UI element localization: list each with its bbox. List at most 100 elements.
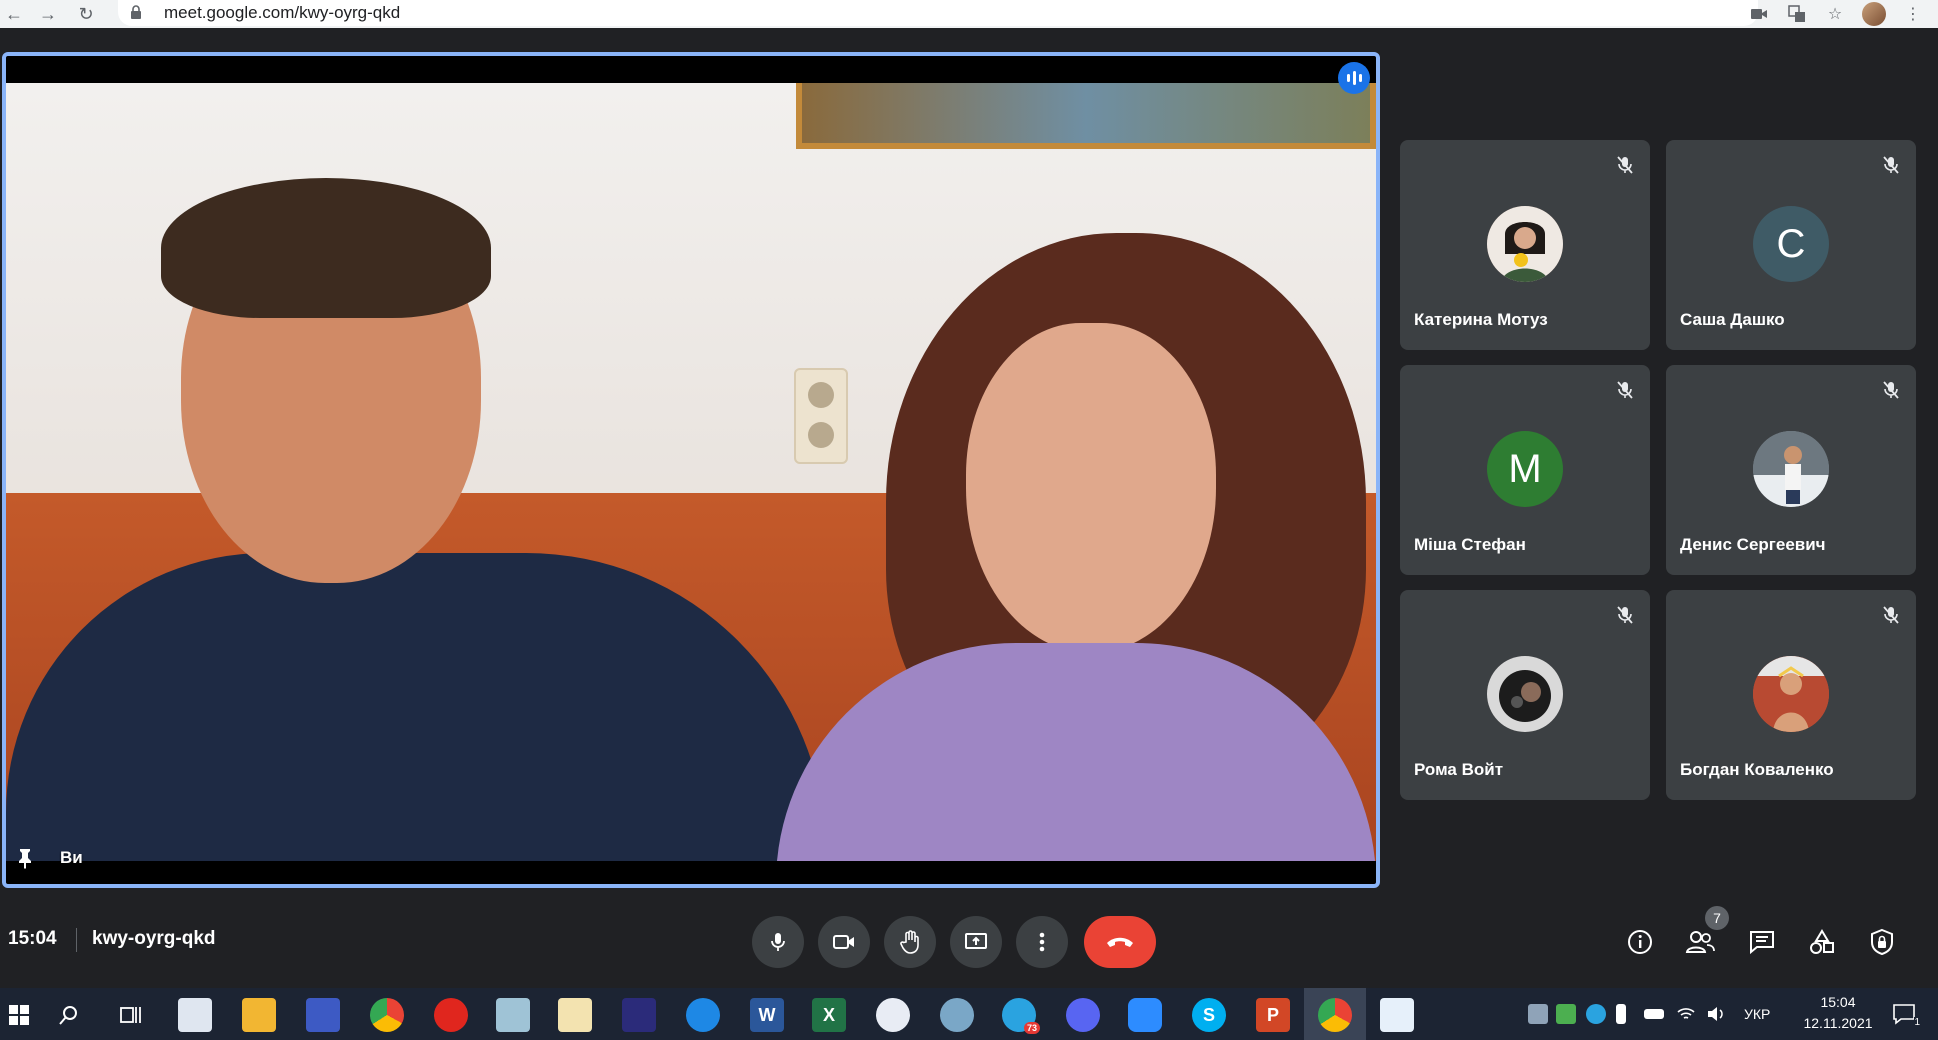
draw-app-icon[interactable] bbox=[558, 998, 592, 1032]
activities-icon bbox=[1810, 929, 1834, 954]
pin-icon[interactable] bbox=[14, 846, 38, 870]
chat-button[interactable] bbox=[1742, 922, 1782, 962]
participant-avatar: C bbox=[1753, 206, 1829, 282]
mic-off-icon bbox=[1614, 154, 1636, 176]
network-app-icon[interactable] bbox=[940, 998, 974, 1032]
discord-icon[interactable] bbox=[1066, 998, 1100, 1032]
chrome-icon[interactable] bbox=[370, 998, 404, 1032]
zoom-icon[interactable] bbox=[1128, 998, 1162, 1032]
participant-name: Рома Войт bbox=[1414, 760, 1504, 779]
media-app-icon[interactable] bbox=[622, 998, 656, 1032]
lock-icon bbox=[130, 4, 150, 22]
meeting-details-button[interactable] bbox=[1620, 922, 1660, 962]
participant-name: Богдан Коваленко bbox=[1680, 760, 1834, 779]
participant-tile[interactable]: Катерина Мотуз bbox=[1400, 140, 1650, 350]
main-video-tile[interactable]: Ви bbox=[2, 52, 1380, 888]
divider bbox=[76, 928, 77, 952]
back-icon[interactable]: ← bbox=[0, 0, 28, 28]
avatar-initial: C bbox=[1776, 221, 1806, 266]
browser-app-icon[interactable] bbox=[686, 998, 720, 1032]
hand-icon bbox=[900, 930, 919, 954]
participant-tile[interactable]: M Міша Стефан bbox=[1400, 365, 1650, 575]
file-explorer-icon[interactable] bbox=[242, 998, 276, 1032]
word-icon[interactable]: W bbox=[750, 998, 784, 1032]
microphone-button[interactable] bbox=[752, 916, 804, 968]
participant-tile[interactable]: Денис Сергеевич bbox=[1666, 365, 1916, 575]
speaking-indicator-icon bbox=[1338, 62, 1370, 94]
address-bar[interactable]: meet.google.com/kwy-oyrg-qkd bbox=[118, 0, 1758, 26]
hangup-icon bbox=[1107, 937, 1133, 947]
meeting-code: kwy-oyrg-qkd bbox=[92, 928, 216, 949]
keyboard-language[interactable]: УКР bbox=[1744, 1006, 1770, 1022]
participant-tile[interactable]: Рома Войт bbox=[1400, 590, 1650, 800]
mic-off-icon bbox=[1880, 379, 1902, 401]
people-icon bbox=[1685, 931, 1715, 953]
participant-tile[interactable]: Богдан Коваленко bbox=[1666, 590, 1916, 800]
forward-icon[interactable]: → bbox=[34, 0, 62, 28]
self-video bbox=[6, 83, 1376, 861]
tray-telegram-icon[interactable] bbox=[1586, 1004, 1606, 1024]
save-app-icon[interactable] bbox=[306, 998, 340, 1032]
tray-wifi-icon[interactable] bbox=[1676, 1004, 1696, 1024]
skype-icon[interactable]: S bbox=[1192, 998, 1226, 1032]
windows-taskbar: W X 73 S P УКР 15:04 12.11.2021 1 bbox=[0, 988, 1938, 1040]
reload-icon[interactable]: ↻ bbox=[72, 0, 100, 28]
app-icon[interactable] bbox=[496, 998, 530, 1032]
participant-avatar bbox=[1753, 656, 1829, 732]
tray-microphone-icon[interactable] bbox=[1616, 1004, 1626, 1024]
participant-avatar bbox=[1753, 431, 1829, 507]
leave-call-button[interactable] bbox=[1084, 916, 1156, 968]
meeting-controls-bar: 15:04 kwy-oyrg-qkd 7 bbox=[0, 900, 1938, 988]
mic-off-icon bbox=[1880, 604, 1902, 626]
people-count-badge: 7 bbox=[1705, 906, 1729, 930]
tray-network-icon[interactable] bbox=[1528, 1004, 1548, 1024]
tray-battery-icon[interactable] bbox=[1644, 1009, 1664, 1019]
camera-button[interactable] bbox=[818, 916, 870, 968]
url-text: meet.google.com/kwy-oyrg-qkd bbox=[164, 3, 401, 22]
powerpoint-icon[interactable]: P bbox=[1256, 998, 1290, 1032]
whiteboard-app-icon[interactable] bbox=[1380, 998, 1414, 1032]
more-options-button[interactable] bbox=[1016, 916, 1068, 968]
participant-name: Денис Сергеевич bbox=[1680, 535, 1826, 554]
telegram-icon[interactable]: 73 bbox=[1002, 998, 1040, 1034]
taskbar-date[interactable]: 12.11.2021 bbox=[1790, 1015, 1886, 1031]
raise-hand-button[interactable] bbox=[884, 916, 936, 968]
telegram-badge: 73 bbox=[1023, 1022, 1040, 1034]
notification-center-icon[interactable]: 1 bbox=[1892, 1002, 1920, 1028]
shield-lock-icon bbox=[1871, 928, 1893, 956]
task-view-icon[interactable] bbox=[114, 998, 148, 1032]
host-controls-button[interactable] bbox=[1862, 922, 1902, 962]
translate-icon[interactable] bbox=[1786, 3, 1808, 25]
excel-icon[interactable]: X bbox=[812, 998, 846, 1032]
opera-icon[interactable] bbox=[434, 998, 468, 1032]
browser-toolbar: ← → ↻ meet.google.com/kwy-oyrg-qkd ☆ ⋮ bbox=[0, 0, 1938, 28]
tray-volume-icon[interactable] bbox=[1706, 1004, 1726, 1024]
activities-button[interactable] bbox=[1802, 922, 1842, 962]
participant-name: Саша Дашко bbox=[1680, 310, 1785, 329]
tray-app-icon[interactable] bbox=[1556, 1004, 1576, 1024]
participant-name: Міша Стефан bbox=[1414, 535, 1526, 554]
notepad-icon[interactable] bbox=[178, 998, 212, 1032]
profile-avatar[interactable] bbox=[1862, 2, 1886, 26]
meeting-clock: 15:04 bbox=[8, 928, 57, 949]
search-icon[interactable] bbox=[52, 998, 86, 1032]
bookmark-star-icon[interactable]: ☆ bbox=[1824, 3, 1846, 25]
wall-picture bbox=[796, 83, 1376, 149]
more-vertical-icon bbox=[1039, 932, 1045, 952]
notification-count: 1 bbox=[1914, 1017, 1920, 1028]
participant-avatar bbox=[1487, 206, 1563, 282]
mic-off-icon bbox=[1614, 379, 1636, 401]
mic-off-icon bbox=[1614, 604, 1636, 626]
camera-indicator-icon[interactable] bbox=[1748, 3, 1770, 25]
info-icon bbox=[1628, 930, 1652, 954]
windows-start-icon[interactable] bbox=[2, 998, 36, 1032]
mic-off-icon bbox=[1880, 154, 1902, 176]
avatar-initial: M bbox=[1508, 446, 1542, 491]
participant-tile[interactable]: C Саша Дашко bbox=[1666, 140, 1916, 350]
chrome-active-icon[interactable] bbox=[1318, 998, 1352, 1032]
browser-menu-icon[interactable]: ⋮ bbox=[1902, 3, 1924, 25]
present-screen-icon bbox=[965, 933, 987, 949]
settings-app-icon[interactable] bbox=[876, 998, 910, 1032]
taskbar-time[interactable]: 15:04 bbox=[1808, 994, 1868, 1010]
present-screen-button[interactable] bbox=[950, 916, 1002, 968]
